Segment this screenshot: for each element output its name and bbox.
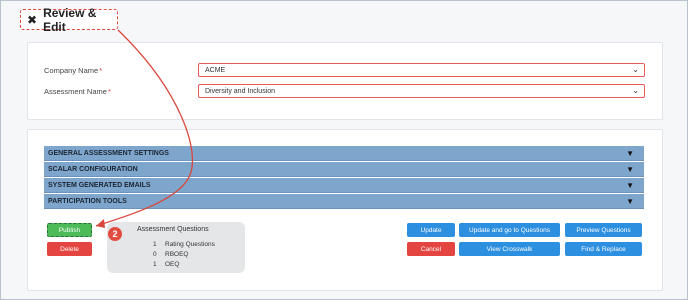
caret-down-icon: ▼	[626, 196, 634, 206]
assessment-name-label: Assessment Name*	[44, 87, 111, 96]
accordion-general-settings[interactable]: GENERAL ASSESSMENT SETTINGS ▼	[44, 146, 644, 161]
aq-label: Rating Questions	[165, 241, 215, 248]
accordion-label: SCALAR CONFIGURATION	[48, 165, 138, 173]
assessment-name-select[interactable]: Diversity and Inclusion ⌄	[198, 84, 645, 98]
find-replace-button[interactable]: Find & Replace	[565, 242, 642, 256]
aq-label: RBOEQ	[165, 251, 189, 258]
settings-card: GENERAL ASSESSMENT SETTINGS ▼ SCALAR CON…	[27, 129, 663, 291]
accordion-system-emails[interactable]: SYSTEM GENERATED EMAILS ▼	[44, 178, 644, 193]
tools-icon: ✖	[27, 12, 38, 27]
cancel-button[interactable]: Cancel	[407, 242, 455, 256]
delete-button[interactable]: Delete	[47, 242, 92, 256]
aq-count: 1	[153, 261, 157, 268]
caret-down-icon: ▼	[626, 164, 634, 174]
company-name-select[interactable]: ACME ⌄	[198, 63, 645, 77]
required-mark: *	[107, 87, 111, 96]
company-name-label-text: Company Name	[44, 66, 99, 75]
aq-label: OEQ	[165, 261, 180, 268]
page-title: Review & Edit	[43, 5, 97, 34]
step-badge: 2	[108, 227, 122, 241]
company-name-label: Company Name*	[44, 66, 102, 75]
accordion-label: GENERAL ASSESSMENT SETTINGS	[48, 149, 169, 157]
update-go-to-questions-button[interactable]: Update and go to Questions	[459, 223, 560, 237]
accordion-scalar-configuration[interactable]: SCALAR CONFIGURATION ▼	[44, 162, 644, 177]
accordion-label: SYSTEM GENERATED EMAILS	[48, 181, 151, 189]
company-name-value: ACME	[205, 66, 226, 74]
selection-card: Company Name* ACME ⌄ Assessment Name* Di…	[27, 42, 663, 120]
accordion-label: PARTICIPATION TOOLS	[48, 197, 127, 205]
required-mark: *	[99, 66, 103, 75]
chevron-down-icon: ⌄	[632, 65, 639, 74]
aq-count: 0	[153, 251, 157, 258]
update-button[interactable]: Update	[407, 223, 455, 237]
assessment-questions-summary: Assessment Questions 1 Rating Questions …	[107, 222, 245, 273]
assessment-name-value: Diversity and Inclusion	[205, 87, 276, 95]
publish-button[interactable]: Publish	[47, 223, 92, 237]
caret-down-icon: ▼	[626, 148, 634, 158]
chevron-down-icon: ⌄	[632, 86, 639, 95]
assessment-questions-title: Assessment Questions	[137, 226, 209, 233]
view-crosswalk-button[interactable]: View Crosswalk	[459, 242, 560, 256]
accordion-participation-tools[interactable]: PARTICIPATION TOOLS ▼	[44, 194, 644, 209]
preview-questions-button[interactable]: Preview Questions	[565, 223, 642, 237]
page-title-box: ✖ Review & Edit	[20, 6, 118, 34]
caret-down-icon: ▼	[626, 180, 634, 190]
aq-count: 1	[153, 241, 157, 248]
assessment-name-label-text: Assessment Name	[44, 87, 107, 96]
